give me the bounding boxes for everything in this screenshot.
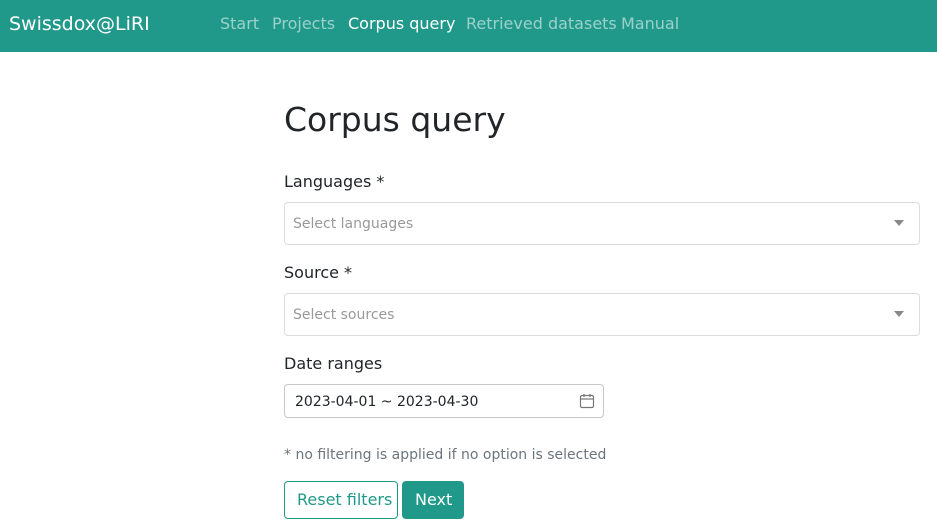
next-button[interactable]: Next — [402, 481, 464, 519]
nav-retrieved-datasets[interactable]: Retrieved datasets — [466, 14, 617, 34]
date-range-value: 2023-04-01 ~ 2023-04-30 — [295, 394, 479, 410]
date-ranges-label: Date ranges — [284, 354, 383, 373]
nav-projects[interactable]: Projects — [272, 14, 335, 34]
languages-placeholder: Select languages — [293, 216, 414, 232]
sources-placeholder: Select sources — [293, 307, 395, 323]
nav-start[interactable]: Start — [220, 14, 259, 34]
source-label: Source * — [284, 263, 353, 282]
filter-hint: * no filtering is applied if no option i… — [284, 447, 607, 463]
date-range-picker[interactable]: 2023-04-01 ~ 2023-04-30 — [284, 384, 604, 418]
calendar-icon[interactable] — [579, 393, 595, 409]
sources-select[interactable]: Select sources — [284, 293, 920, 336]
languages-select[interactable]: Select languages — [284, 202, 920, 245]
page-title: Corpus query — [284, 100, 506, 139]
languages-label: Languages * — [284, 172, 385, 191]
chevron-down-icon[interactable] — [894, 220, 904, 226]
nav-manual[interactable]: Manual — [621, 14, 679, 34]
reset-filters-button[interactable]: Reset filters — [284, 481, 398, 519]
top-navbar: Swissdox@LiRI Start Projects Corpus quer… — [0, 0, 937, 52]
brand-logo[interactable]: Swissdox@LiRI — [9, 13, 150, 35]
chevron-down-icon[interactable] — [894, 311, 904, 317]
nav-corpus-query[interactable]: Corpus query — [348, 14, 455, 34]
